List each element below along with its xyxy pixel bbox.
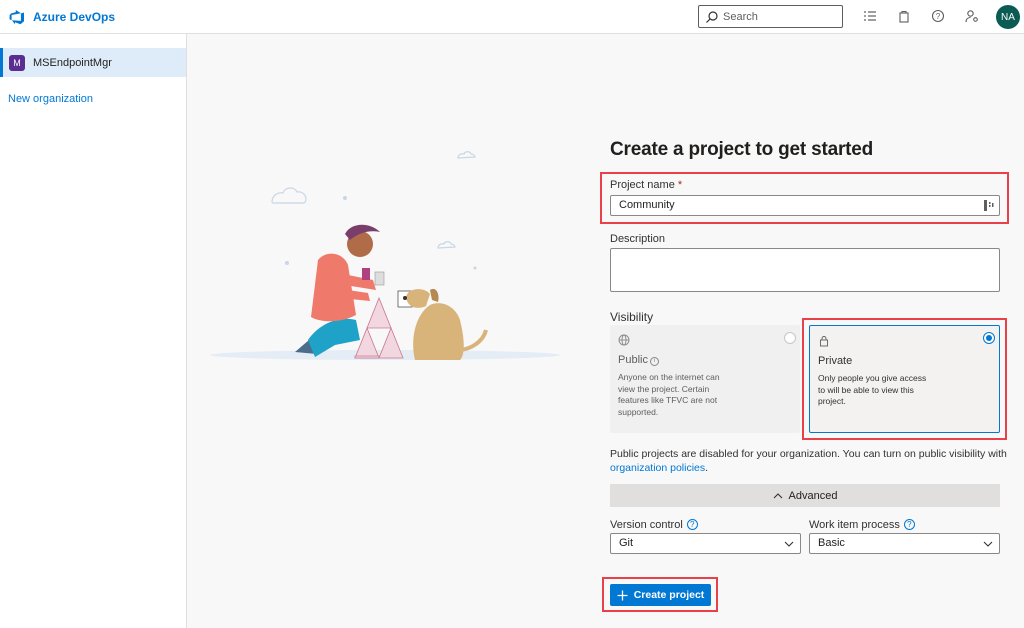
search-box[interactable] [698,5,843,28]
list-icon[interactable] [863,9,877,23]
svg-text:?: ? [936,12,941,21]
help-icon: ? [686,519,698,530]
public-description: Anyone on the internet can view the proj… [618,372,720,417]
advanced-label: Advanced [788,489,838,502]
visibility-private-option[interactable]: Private Only people you give access to w… [809,325,1000,433]
shopping-bag-icon[interactable] [897,9,911,23]
version-control-dropdown[interactable]: Git [610,533,801,554]
work-item-process-label: Work item process? [809,519,915,531]
private-description: Only people you give access to will be a… [818,373,927,406]
brand[interactable]: Azure DevOps [9,9,115,25]
help-icon[interactable]: ? [931,9,945,23]
visibility-label: Visibility [610,310,654,324]
search-input[interactable] [723,10,833,23]
private-radio[interactable] [983,332,995,344]
advanced-toggle[interactable]: Advanced [610,484,1000,507]
sidebar: M MSEndpointMgr New organization [0,34,187,628]
work-item-process-dropdown[interactable]: Basic [809,533,1000,554]
version-control-value: Git [619,537,634,549]
azure-devops-logo-icon [9,10,24,25]
user-settings-icon[interactable] [965,9,979,23]
create-project-button[interactable]: Create project [610,584,711,606]
project-name-value: Community [619,199,675,211]
public-radio[interactable] [784,332,796,344]
organization-policies-link[interactable]: organization policies [610,462,705,474]
chevron-up-icon [773,493,782,499]
info-icon: i [649,357,659,366]
chevron-down-icon [784,541,794,547]
password-manager-icon[interactable] [983,199,995,212]
globe-icon [618,334,630,346]
project-name-label: Project name * [610,179,683,191]
version-control-label: Version control? [610,519,698,531]
public-title: Public i [618,354,659,366]
org-avatar: M [9,54,25,71]
private-title: Private [818,355,853,367]
search-icon [706,10,718,23]
top-bar: Azure DevOps ? NA [0,0,1024,34]
sidebar-item-organization[interactable]: M MSEndpointMgr [0,48,186,77]
help-icon: ? [903,519,915,530]
visibility-public-option[interactable]: Public i Anyone on the internet can view … [610,325,800,433]
page-title: Create a project to get started [610,139,874,160]
plus-icon [617,590,628,600]
brand-name: Azure DevOps [33,10,116,24]
lock-icon [820,336,828,347]
project-name-input[interactable]: Community [610,195,1000,216]
public-projects-notice: Public projects are disabled for your or… [610,448,1007,474]
cloud-icon [271,151,476,249]
person-and-dog-illustration [210,151,560,360]
work-item-process-value: Basic [818,537,845,549]
chevron-down-icon [983,541,993,547]
description-input[interactable] [610,248,1000,292]
description-label: Description [610,233,666,245]
user-avatar[interactable]: NA [996,5,1020,29]
new-organization-link[interactable]: New organization [8,93,93,105]
org-name: MSEndpointMgr [33,56,112,69]
create-project-label: Create project [633,589,705,601]
